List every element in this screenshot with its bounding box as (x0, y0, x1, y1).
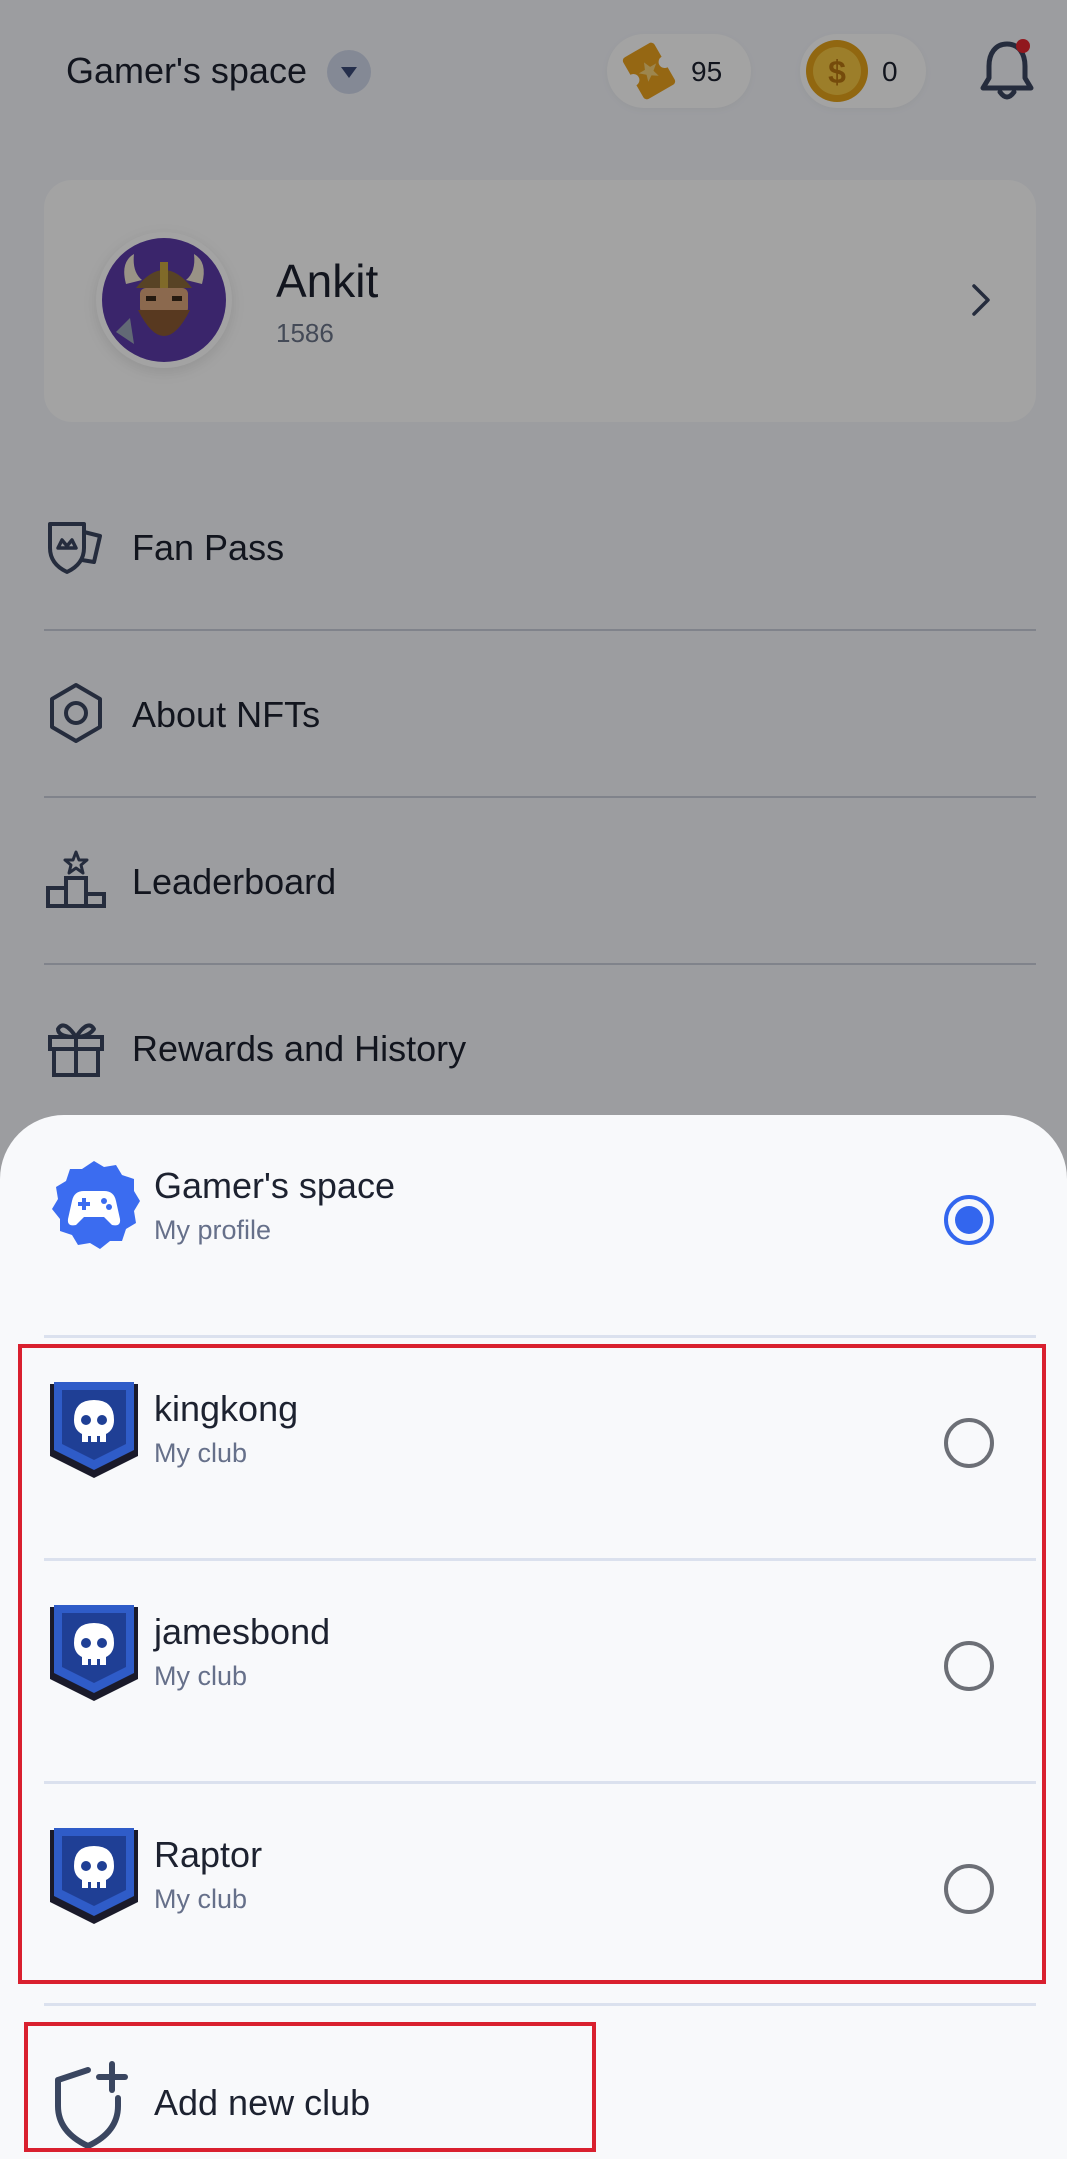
divider (44, 2003, 1036, 2006)
highlight-box-clubs (18, 1344, 1046, 1984)
highlight-box-add-club (24, 2022, 596, 2152)
radio-button-selected[interactable] (944, 1195, 994, 1245)
space-option-subtitle: My profile (154, 1215, 272, 1245)
space-option-profile[interactable]: Gamer's space My profile (44, 1115, 1036, 1337)
gamepad-badge-icon (52, 1161, 140, 1249)
space-option-title: Gamer's space (154, 1165, 395, 1206)
